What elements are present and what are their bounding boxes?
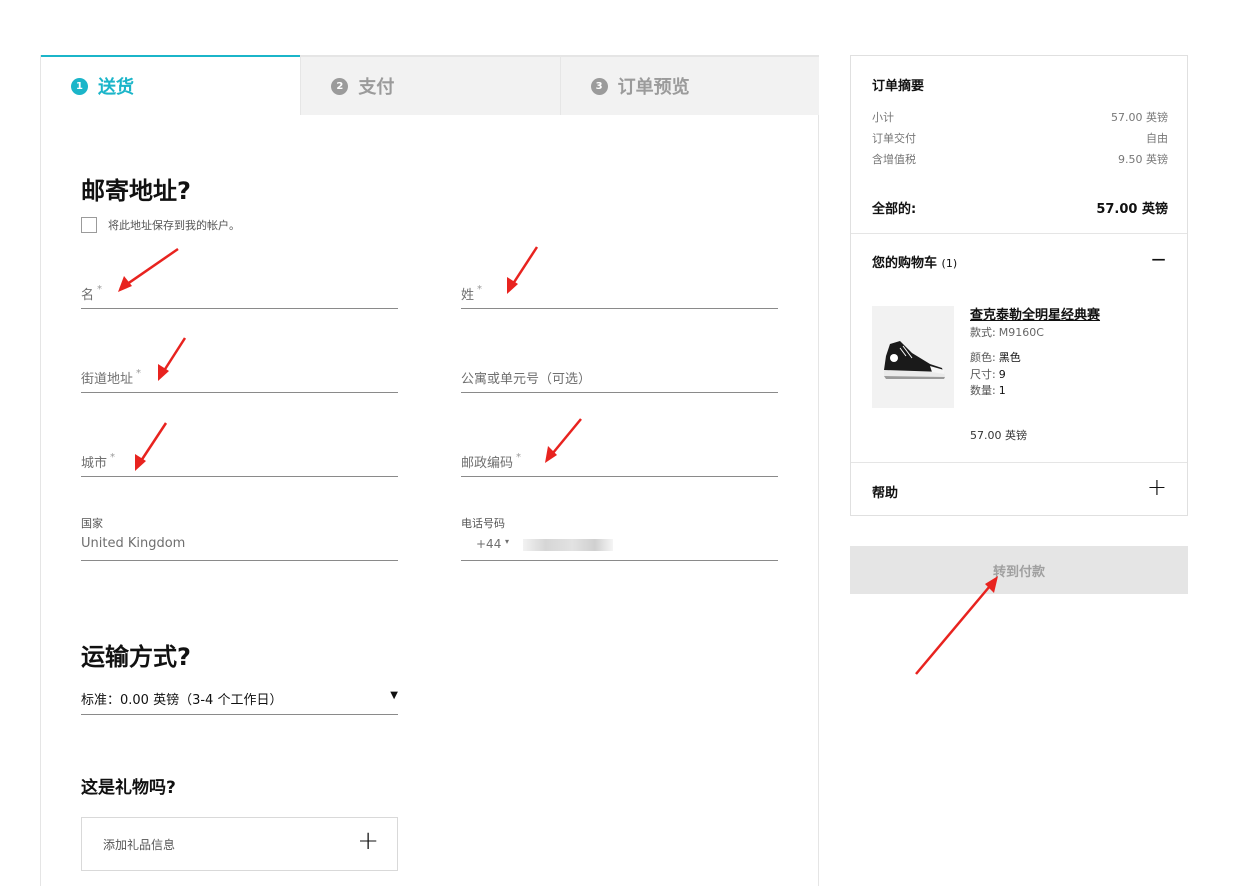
phone-code-caret-icon[interactable]: ▾ (505, 537, 509, 546)
required-mark: * (516, 452, 522, 463)
step-label: 订单预览 (617, 77, 690, 98)
summary-total: 全部的: 57.00 英镑 (872, 198, 1168, 217)
cart-title: 您的购物车 (872, 256, 938, 271)
summary-total-label: 全部的: (872, 202, 917, 217)
phone-field[interactable]: 电话号码 +44 ▾ (461, 513, 778, 561)
order-summary-title: 订单摘要 (872, 79, 925, 94)
caret-down-icon: ▼ (390, 690, 398, 701)
address-title: 邮寄地址? (81, 177, 191, 205)
step-number-icon: 2 (331, 77, 349, 95)
summary-row-value: 57.00 英镑 (1111, 111, 1168, 124)
summary-row-value: 9.50 英镑 (1118, 153, 1168, 166)
go-to-payment-button[interactable]: 转到付款 (850, 546, 1188, 594)
summary-row-label: 含增值税 (872, 153, 916, 166)
step-number-icon: 3 (590, 77, 608, 95)
apartment-label: 公寓或单元号（可选） (461, 372, 592, 387)
required-mark: * (110, 452, 116, 463)
city-field[interactable]: 城市 * (81, 443, 398, 477)
phone-number-redacted (523, 539, 613, 551)
plus-icon: + (357, 826, 379, 856)
divider (851, 233, 1187, 234)
country-select[interactable]: 国家 United Kingdom (81, 513, 398, 561)
add-gift-message-label: 添加礼品信息 (103, 838, 176, 852)
product-size-value: 9 (998, 368, 1006, 381)
cart-toggle[interactable]: 您的购物车 (1) (872, 252, 957, 271)
save-address-checkbox[interactable] (81, 217, 97, 233)
product-style: 款式: M9160C (970, 324, 1044, 340)
postcode-field[interactable]: 邮政编码 * (461, 443, 778, 477)
tab-payment[interactable]: 2 支付 (300, 55, 560, 115)
required-mark: * (477, 284, 483, 295)
summary-row-delivery: 订单交付 自由 (872, 130, 1168, 146)
last-name-field[interactable]: 姓 * (461, 275, 778, 309)
first-name-field[interactable]: 名 * (81, 275, 398, 309)
product-style-value: M9160C (998, 326, 1044, 339)
product-size-label: 尺寸: (970, 368, 996, 381)
summary-row-label: 订单交付 (872, 132, 916, 145)
street-address-label: 街道地址 (81, 372, 134, 387)
product-color-label: 颜色: (970, 351, 996, 364)
summary-row-value: 自由 (1146, 132, 1168, 145)
shipping-form-panel: 1 送货 2 支付 3 订单预览 邮寄地址? 将此地址保存到我的帐户。 名 * 姓… (40, 55, 819, 886)
plus-icon[interactable]: + (1147, 475, 1167, 499)
step-label: 送货 (98, 77, 134, 98)
product-name-link[interactable]: 查克泰勒全明星经典赛 (970, 304, 1100, 323)
order-summary: 订单摘要 小计 57.00 英镑 订单交付 自由 含增值税 9.50 英镑 全部… (850, 55, 1188, 516)
summary-total-value: 57.00 英镑 (1096, 202, 1168, 217)
product-style-label: 款式: (970, 326, 996, 339)
apartment-field[interactable]: 公寓或单元号（可选） (461, 359, 778, 393)
step-label: 支付 (358, 77, 395, 98)
product-quantity: 数量: 1 (970, 382, 1006, 398)
add-gift-message-button[interactable]: 添加礼品信息 + (81, 817, 398, 871)
product-quantity-label: 数量: (970, 384, 996, 397)
gift-title: 这是礼物吗? (81, 778, 176, 798)
shipping-method-select[interactable]: 标准：0.00 英镑（3-4 个工作日） ▼ (81, 687, 398, 715)
product-color: 颜色: 黑色 (970, 349, 1021, 365)
tab-order-review[interactable]: 3 订单预览 (559, 55, 819, 115)
phone-country-code[interactable]: +44 (476, 537, 501, 551)
summary-row-subtotal: 小计 57.00 英镑 (872, 109, 1168, 125)
help-toggle[interactable]: 帮助 (872, 482, 898, 501)
street-address-field[interactable]: 街道地址 * (81, 359, 398, 393)
required-mark: * (97, 284, 103, 295)
country-value: United Kingdom (81, 536, 186, 551)
shipping-method-value: 标准：0.00 英镑（3-4 个工作日） (81, 693, 283, 708)
minus-icon[interactable]: − (1150, 249, 1167, 269)
summary-row-vat: 含增值税 9.50 英镑 (872, 151, 1168, 167)
country-label: 国家 (81, 517, 103, 530)
last-name-label: 姓 (461, 288, 475, 303)
summary-row-label: 小计 (872, 111, 894, 124)
save-address-label: 将此地址保存到我的帐户。 (108, 219, 240, 232)
phone-label: 电话号码 (461, 517, 505, 530)
checkout-steps: 1 送货 2 支付 3 订单预览 (41, 55, 819, 115)
product-size: 尺寸: 9 (970, 366, 1006, 382)
shipping-method-title: 运输方式? (81, 643, 191, 671)
city-label: 城市 (81, 456, 108, 471)
save-address-row: 将此地址保存到我的帐户。 (81, 217, 240, 233)
first-name-label: 名 (81, 288, 95, 303)
step-number-icon: 1 (71, 77, 88, 95)
product-quantity-value: 1 (998, 384, 1006, 397)
divider (851, 462, 1187, 463)
product-shoe-image (872, 306, 954, 408)
product-color-value: 黑色 (998, 351, 1021, 364)
tab-shipping[interactable]: 1 送货 (41, 55, 301, 115)
required-mark: * (136, 368, 142, 379)
cart-count: (1) (941, 257, 958, 270)
postcode-label: 邮政编码 (461, 456, 514, 471)
product-price: 57.00 英镑 (970, 429, 1027, 442)
